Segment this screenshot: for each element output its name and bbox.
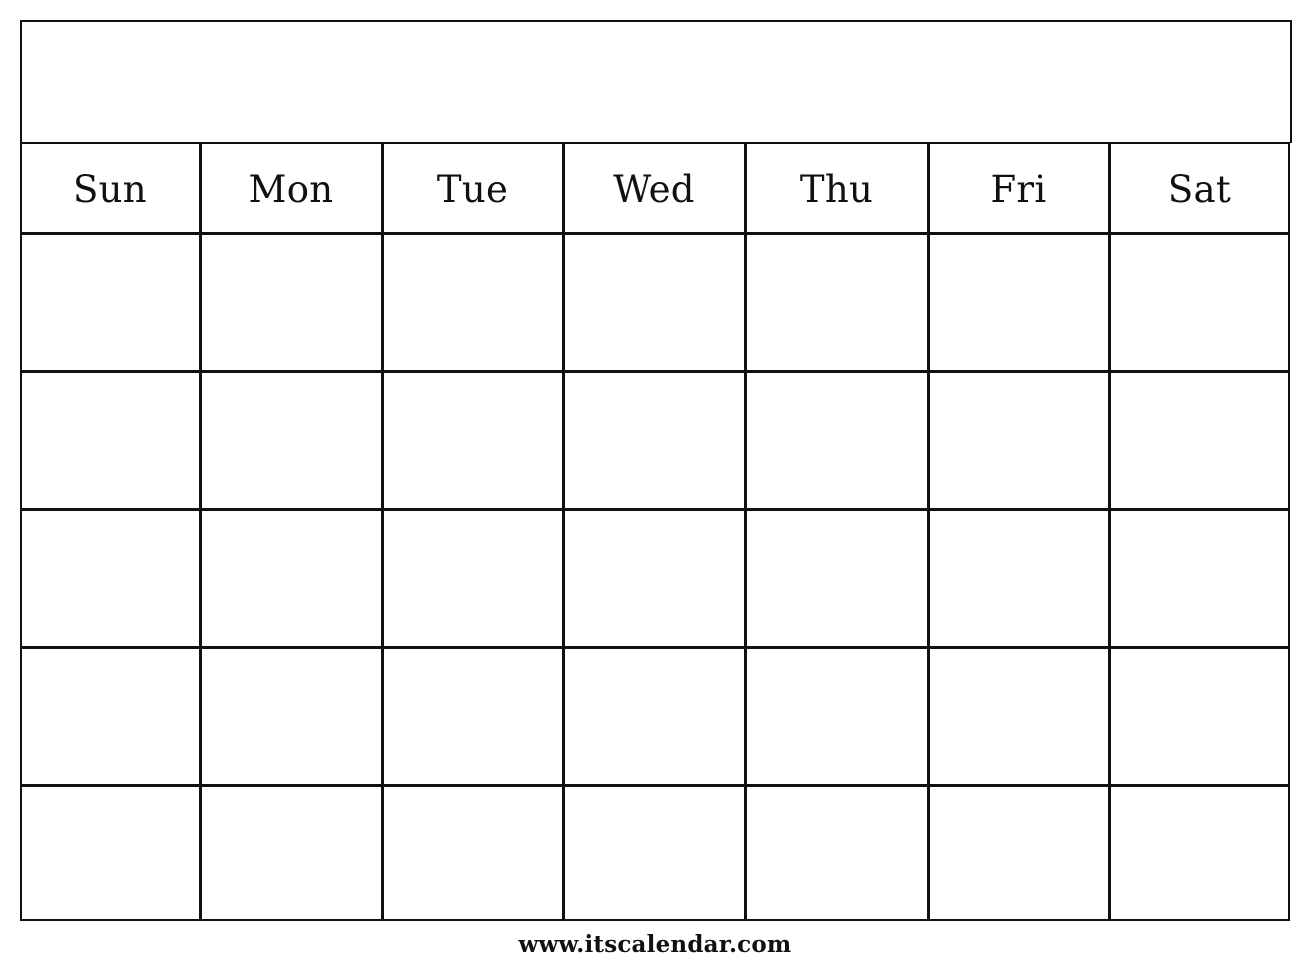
day-cell [200, 647, 382, 785]
day-cell [928, 371, 1109, 509]
grid-line-vertical [1108, 143, 1111, 921]
grid-line-horizontal [20, 142, 1290, 144]
day-cell [745, 371, 928, 509]
weekday-header-mon: Mon [248, 167, 334, 211]
grid-line-horizontal [20, 784, 1290, 787]
day-cell [928, 509, 1109, 647]
grid-line-horizontal [20, 232, 1290, 235]
grid-line-vertical [199, 143, 202, 921]
grid-line-vertical [927, 143, 930, 921]
day-cell [928, 785, 1109, 921]
day-cell [563, 509, 745, 647]
day-cell [928, 233, 1109, 371]
weekday-header-sun: Sun [73, 167, 147, 211]
day-cell [1109, 233, 1290, 371]
day-cell [200, 371, 382, 509]
weekday-header-thu: Thu [799, 167, 874, 211]
day-cell [20, 509, 200, 647]
grid-line-vertical [381, 143, 384, 921]
day-cell [200, 233, 382, 371]
grid-line-horizontal [20, 919, 1290, 921]
blank-calendar: Sun Mon Tue Wed Thu Fri Sat [20, 20, 1292, 921]
day-cell [745, 509, 928, 647]
grid-line-vertical [20, 143, 22, 921]
day-cell [382, 647, 563, 785]
day-cell [745, 647, 928, 785]
grid-line-horizontal [20, 508, 1290, 511]
grid-line-vertical [744, 143, 747, 921]
website-footer: www.itscalendar.com [518, 931, 792, 958]
day-cell [20, 233, 200, 371]
weekday-header-wed: Wed [613, 167, 695, 211]
day-cell [563, 647, 745, 785]
day-cell [200, 785, 382, 921]
day-cell [1109, 647, 1290, 785]
day-cell [745, 233, 928, 371]
day-cell [20, 785, 200, 921]
grid-line-vertical [1288, 143, 1290, 921]
day-cell [20, 647, 200, 785]
weekday-header-tue: Tue [436, 167, 509, 211]
day-cell [563, 233, 745, 371]
weekday-header-fri: Fri [990, 167, 1047, 211]
month-title-area [20, 20, 1292, 143]
day-cell [1109, 371, 1290, 509]
day-cell [1109, 509, 1290, 647]
day-cell [382, 233, 563, 371]
day-cell [382, 509, 563, 647]
day-cell [200, 509, 382, 647]
day-cell [382, 785, 563, 921]
day-cell [928, 647, 1109, 785]
day-cell [1109, 785, 1290, 921]
day-cell [563, 785, 745, 921]
grid-line-horizontal [20, 646, 1290, 649]
grid-line-horizontal [20, 370, 1290, 373]
grid-line-vertical [562, 143, 565, 921]
weekday-header-sat: Sat [1167, 167, 1232, 211]
day-cell [382, 371, 563, 509]
day-cell [563, 371, 745, 509]
day-cell [745, 785, 928, 921]
day-cell [20, 371, 200, 509]
